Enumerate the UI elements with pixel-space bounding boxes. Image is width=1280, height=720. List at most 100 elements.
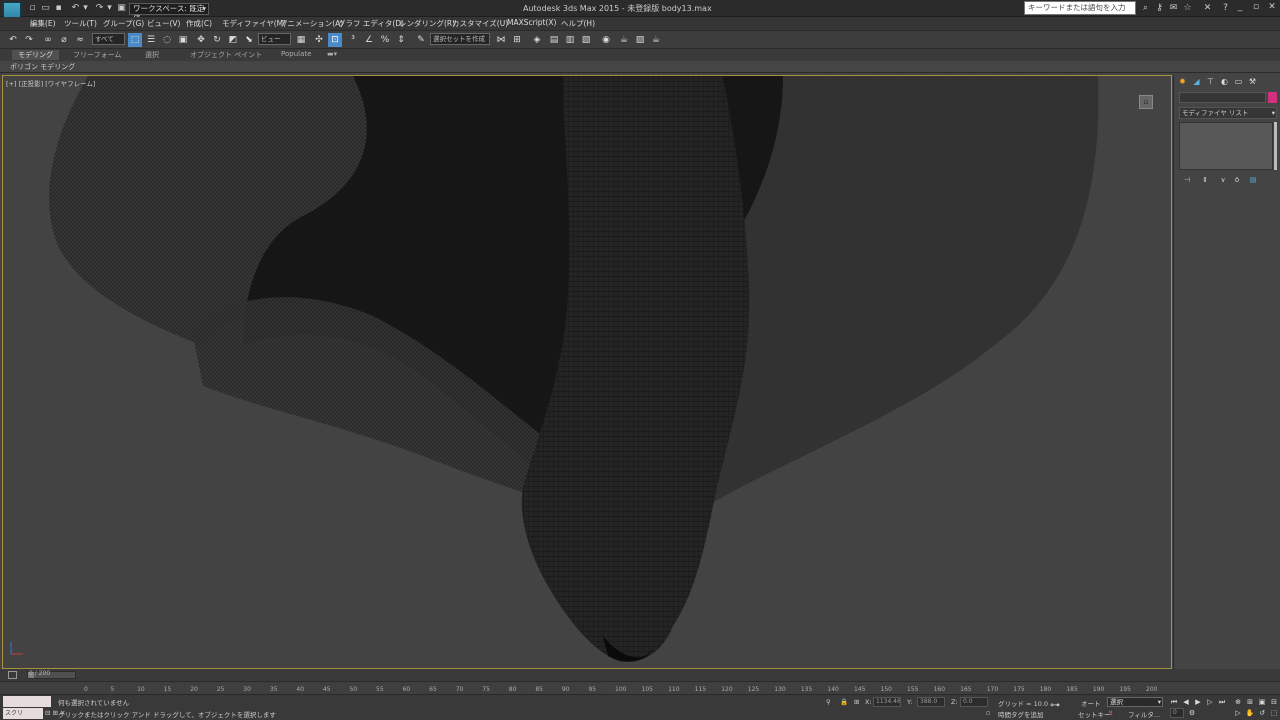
key-filter-dropdown[interactable]: 選択 ▾ [1107,697,1163,707]
menu-edit[interactable]: 編集(E) [30,18,56,29]
menu-rendering[interactable]: レンダリング(R) [399,18,455,29]
absolute-mode-icon[interactable]: ⊞ [854,698,859,706]
zoom-extents-icon[interactable]: ▣ [1257,697,1267,707]
menu-graph-editors[interactable]: グラフ エディタ(D) [338,18,404,29]
redo-dropdown-icon[interactable]: ▾ [104,3,115,14]
selection-region-icon[interactable]: ◌ [160,33,174,47]
tab-object-paint[interactable]: オブジェクト ペイント [190,50,262,60]
menu-views[interactable]: ビュー(V) [147,18,180,29]
move-icon[interactable]: ✥ [194,33,208,47]
curve-editor-icon[interactable]: ▥ [563,33,577,47]
undo-icon[interactable]: ↶ [6,33,20,47]
go-to-start-icon[interactable]: ⏮ [1169,697,1179,707]
search-input[interactable]: キーワードまたは語句を入力 [1024,1,1136,15]
zoom-icon[interactable]: ⊕ [1233,697,1243,707]
orbit-icon[interactable]: ↺ [1257,708,1267,718]
select-object-icon[interactable]: ⬚ [128,33,142,47]
project-folder-icon[interactable]: ▣ [116,3,127,14]
spinner-snap-icon[interactable]: ⇕ [394,33,408,47]
mini-curve-editor-icon[interactable] [8,671,17,679]
viewport-label[interactable]: [+] [正投影] [ワイヤフレーム] [6,78,95,88]
selection-lock-icon[interactable]: 🔒 [840,698,848,706]
next-frame-icon[interactable]: ▷ [1205,697,1215,707]
previous-frame-icon[interactable]: ◀ [1181,697,1191,707]
show-end-result-icon[interactable]: Ⅱ [1200,175,1210,185]
schematic-view-icon[interactable]: ▧ [579,33,593,47]
add-time-tag[interactable]: 時間タグを追加 [998,709,1044,719]
save-file-icon[interactable]: ▪ [53,3,64,14]
object-name-field[interactable] [1179,92,1266,103]
time-configuration-icon[interactable]: ⚙ [1187,708,1197,718]
menu-group[interactable]: グループ(G) [103,18,144,29]
close-icon[interactable]: ✕ [1264,1,1280,14]
create-tab-icon[interactable]: ✹ [1177,76,1188,87]
subscription-icon[interactable]: ✉ [1168,3,1179,14]
key-mode-icon[interactable]: ⊶ [1050,700,1060,711]
auto-key-button[interactable]: オート [1081,698,1101,708]
tab-modeling[interactable]: モデリング [12,50,59,60]
menu-tools[interactable]: ツール(T) [64,18,97,29]
menu-help[interactable]: ヘルプ(H) [561,18,595,29]
place-icon[interactable]: ⬊ [242,33,256,47]
display-tab-icon[interactable]: ▭ [1233,76,1244,87]
open-file-icon[interactable]: ▭ [40,3,51,14]
key-filters-icon[interactable]: ↯ [1108,709,1113,717]
zoom-all-icon[interactable]: ⊞ [1245,697,1255,707]
key-filters-button[interactable]: フィルタ... [1128,709,1160,719]
maxscript-listener[interactable] [3,696,51,707]
bind-space-warp-icon[interactable]: ≈ [73,33,87,47]
redo-icon[interactable]: ↷ [22,33,36,47]
configure-modifier-sets-icon[interactable]: ▤ [1248,175,1258,185]
reference-coord-dropdown[interactable]: ビュー [258,33,291,45]
link-icon[interactable]: ∞ [41,33,55,47]
graphite-toggle-icon[interactable]: ▤ [547,33,561,47]
maximize-viewport-icon[interactable]: ⬚ [1269,708,1279,718]
menu-create[interactable]: 作成(C) [186,18,212,29]
percent-snap-icon[interactable]: % [378,33,392,47]
manipulate-icon[interactable]: ✣ [312,33,326,47]
align-icon[interactable]: ⊞ [510,33,524,47]
pivot-center-icon[interactable]: ▦ [294,33,308,47]
keyboard-shortcut-override-icon[interactable]: ⊡ [328,33,342,47]
object-color-swatch[interactable] [1268,92,1277,103]
selection-filter-dropdown[interactable]: すべて [92,33,125,45]
tab-freeform[interactable]: フリーフォーム [73,50,121,60]
tab-populate[interactable]: Populate [281,50,311,58]
set-key-button[interactable]: セットキー [1078,709,1111,719]
edit-named-selection-icon[interactable]: ✎ [414,33,428,47]
unlink-icon[interactable]: ⌀ [57,33,71,47]
rotate-icon[interactable]: ↻ [210,33,224,47]
trackbar[interactable]: 0 5 10 15 20 25 30 35 40 45 50 55 60 65 70 75 80 85 90 95 10… [0,681,1280,694]
field-of-view-icon[interactable]: ▷ [1233,708,1243,718]
ribbon-options-icon[interactable]: ▬▾ [327,50,337,58]
search-icon[interactable]: ⌕ [1140,3,1151,14]
help-icon[interactable]: ? [1220,3,1231,14]
pan-icon[interactable]: ✋ [1245,708,1255,718]
menu-animation[interactable]: アニメーション(A) [280,18,343,29]
workspace-dropdown[interactable]: ワークスペース: 既定値 ▾ [129,3,209,23]
layer-manager-icon[interactable]: ◈ [530,33,544,47]
isolate-icon[interactable]: ⚲ [826,698,831,706]
go-to-end-icon[interactable]: ⏭ [1217,697,1227,707]
snaps-toggle-icon[interactable]: ³ [346,33,360,47]
select-by-name-icon[interactable]: ☰ [144,33,158,47]
motion-tab-icon[interactable]: ◐ [1219,76,1230,87]
material-editor-icon[interactable]: ◉ [599,33,613,47]
modifier-list-dropdown[interactable]: モディファイヤ リスト ▾ [1179,107,1277,119]
mirror-icon[interactable]: ⋈ [494,33,508,47]
window-crossing-icon[interactable]: ▣ [176,33,190,47]
zoom-extents-all-icon[interactable]: ⊟ [1269,697,1279,707]
scale-icon[interactable]: ◩ [226,33,240,47]
tab-selection[interactable]: 選択 [145,50,159,60]
favorites-icon[interactable]: ☆ [1182,3,1193,14]
maximize-icon[interactable]: ▫ [1248,1,1264,14]
z-coord-field[interactable]: 0.0 [960,697,988,707]
remove-modifier-icon[interactable]: ō [1232,175,1242,185]
menu-customize[interactable]: カスタマイズ(U) [452,18,508,29]
time-tag-icon[interactable]: ▫ [986,709,990,717]
minimize-icon[interactable]: _ [1232,1,1248,14]
viewport[interactable]: [+] [正投影] [ワイヤフレーム] ⌂ [2,75,1172,669]
new-file-icon[interactable]: ▫ [27,3,38,14]
modifier-stack[interactable] [1179,122,1273,170]
hierarchy-tab-icon[interactable]: ⊤ [1205,76,1216,87]
